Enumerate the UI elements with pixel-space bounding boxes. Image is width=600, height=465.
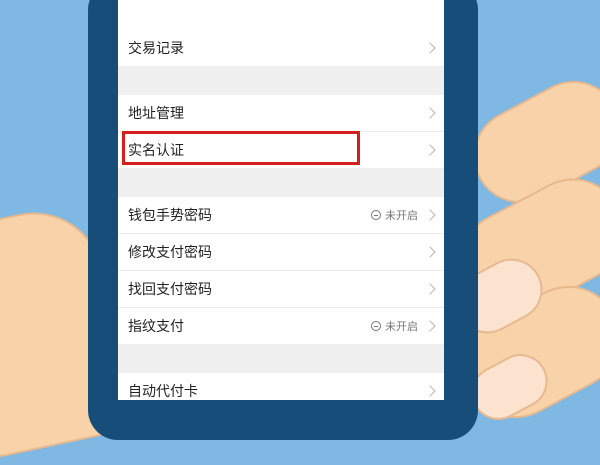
menu-item-label: 找回支付密码 xyxy=(128,282,212,298)
menu-item-auto-pay-card[interactable]: 自动代付卡 xyxy=(118,373,444,400)
top-blank xyxy=(118,0,444,30)
status-off-icon xyxy=(371,321,381,331)
chevron-right-icon xyxy=(424,385,436,397)
settings-screen: 交易记录 地址管理 实名认证 钱包手势密码 未开启 修改支付密码 找回支付密码 … xyxy=(118,0,444,400)
status-text: 未开启 xyxy=(385,320,418,333)
menu-item-label: 修改支付密码 xyxy=(128,245,212,261)
chevron-right-icon xyxy=(424,283,436,295)
menu-item-label: 指纹支付 xyxy=(128,319,184,335)
status-text: 未开启 xyxy=(385,209,418,222)
chevron-right-icon xyxy=(424,246,436,258)
highlight-box xyxy=(122,131,360,165)
menu-item-change-payment-password[interactable]: 修改支付密码 xyxy=(118,234,444,271)
menu-item-label: 自动代付卡 xyxy=(128,384,198,400)
menu-item-label: 地址管理 xyxy=(128,106,184,122)
section-divider xyxy=(118,169,444,197)
menu-item-recover-payment-password[interactable]: 找回支付密码 xyxy=(118,271,444,308)
status-off-icon xyxy=(371,210,381,220)
chevron-right-icon xyxy=(424,107,436,119)
chevron-right-icon xyxy=(424,42,436,54)
section-divider xyxy=(118,67,444,95)
menu-item-fingerprint-payment[interactable]: 指纹支付 未开启 xyxy=(118,308,444,345)
menu-item-label: 交易记录 xyxy=(128,41,184,57)
chevron-right-icon xyxy=(424,144,436,156)
menu-item-wallet-gesture-password[interactable]: 钱包手势密码 未开启 xyxy=(118,197,444,234)
chevron-right-icon xyxy=(424,209,436,221)
menu-item-label: 钱包手势密码 xyxy=(128,208,212,224)
section-divider xyxy=(118,345,444,373)
menu-item-transaction-records[interactable]: 交易记录 xyxy=(118,30,444,67)
menu-item-address-management[interactable]: 地址管理 xyxy=(118,95,444,132)
chevron-right-icon xyxy=(424,320,436,332)
